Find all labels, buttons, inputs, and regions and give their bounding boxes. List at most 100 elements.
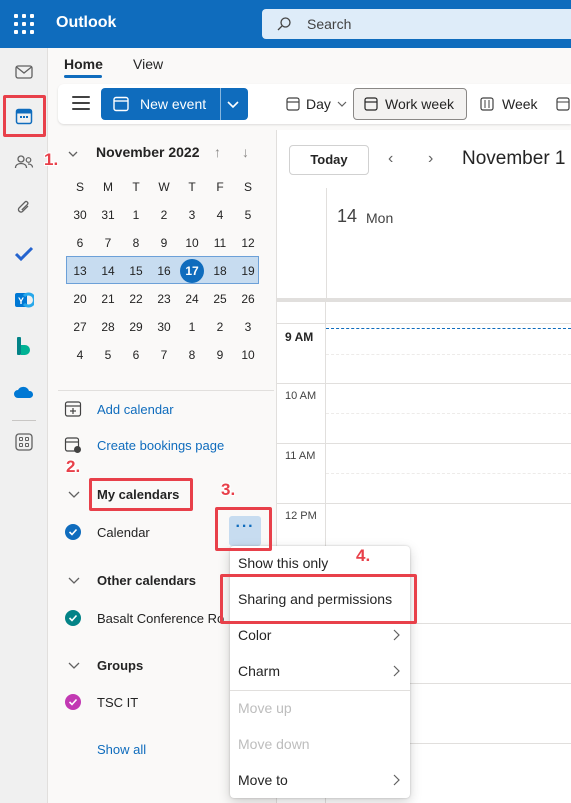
annotation-box-3: [215, 507, 272, 551]
mini-calendar-day[interactable]: 3: [178, 201, 206, 229]
mini-calendar-day[interactable]: 4: [66, 341, 94, 369]
todo-icon[interactable]: [8, 238, 40, 270]
collapse-menu-icon[interactable]: [72, 96, 90, 110]
other-calendars-title: Other calendars: [97, 573, 196, 588]
mini-calendar-day[interactable]: 8: [178, 341, 206, 369]
mini-calendar-day[interactable]: 13: [66, 257, 94, 285]
mini-calendar-day[interactable]: 1: [122, 201, 150, 229]
mini-calendar-day[interactable]: 17: [178, 257, 206, 285]
mini-calendar-day[interactable]: 31: [94, 201, 122, 229]
mini-calendar-day[interactable]: 18: [206, 257, 234, 285]
mini-calendar-day[interactable]: 2: [150, 201, 178, 229]
mini-calendar-day[interactable]: 30: [66, 201, 94, 229]
mini-calendar-day[interactable]: 1: [178, 313, 206, 341]
mini-calendar-day[interactable]: 20: [66, 285, 94, 313]
view-day-button[interactable]: Day: [280, 88, 348, 120]
mini-calendar-day[interactable]: 7: [94, 229, 122, 257]
previous-month-icon[interactable]: ↑: [214, 144, 221, 160]
menu-move-to[interactable]: Move to: [230, 763, 410, 799]
app-launcher-icon[interactable]: [14, 14, 34, 34]
mini-calendar-day[interactable]: 29: [122, 313, 150, 341]
half-hour-line: [326, 354, 571, 355]
previous-range-icon[interactable]: ‹: [388, 150, 393, 168]
tab-home[interactable]: Home: [64, 56, 103, 72]
search-box[interactable]: Search: [262, 9, 571, 39]
mini-calendar-month[interactable]: November 2022: [96, 144, 200, 160]
mini-calendar-day[interactable]: 15: [122, 257, 150, 285]
day-column-header: [326, 188, 571, 298]
mini-calendar-day[interactable]: 19: [234, 257, 262, 285]
mail-icon[interactable]: [8, 56, 40, 88]
menu-charm[interactable]: Charm: [230, 654, 410, 690]
mini-calendar-day[interactable]: 5: [234, 201, 262, 229]
bookings-icon[interactable]: [8, 330, 40, 362]
annotation-box-2: [89, 478, 193, 511]
mini-calendar-day[interactable]: 3: [234, 313, 262, 341]
people-icon[interactable]: [8, 146, 40, 178]
mini-calendar-day[interactable]: 10: [178, 229, 206, 257]
mini-calendar-day[interactable]: 9: [206, 341, 234, 369]
mini-calendar-day[interactable]: 27: [66, 313, 94, 341]
mini-calendar-day[interactable]: 24: [178, 285, 206, 313]
next-range-icon[interactable]: ›: [428, 150, 433, 168]
mini-calendar-day[interactable]: 14: [94, 257, 122, 285]
chevron-down-icon[interactable]: [68, 149, 78, 159]
menu-item-label: Charm: [238, 663, 281, 679]
mini-calendar-day[interactable]: 4: [206, 201, 234, 229]
today-button[interactable]: Today: [289, 145, 369, 175]
view-work-week-button[interactable]: Work week: [353, 88, 467, 120]
onedrive-icon[interactable]: [8, 376, 40, 408]
tab-view[interactable]: View: [133, 56, 163, 72]
create-bookings-link[interactable]: Create bookings page: [48, 432, 276, 460]
checked-icon[interactable]: [65, 524, 81, 540]
mini-calendar-day[interactable]: 9: [150, 229, 178, 257]
search-icon: [277, 17, 291, 31]
mini-calendar-day[interactable]: 2: [206, 313, 234, 341]
mini-calendar-day[interactable]: 23: [150, 285, 178, 313]
mini-calendar-day[interactable]: 26: [234, 285, 262, 313]
yammer-icon[interactable]: Y: [8, 284, 40, 316]
half-hour-line: [326, 473, 571, 474]
calendar-item-label: TSC IT: [97, 695, 139, 710]
checked-icon[interactable]: [65, 610, 81, 626]
app-rail: Y: [0, 48, 48, 803]
mini-calendar-day[interactable]: 12: [234, 229, 262, 257]
date-range-title: November 1: [462, 148, 566, 169]
hour-label: 10 AM: [285, 390, 317, 402]
show-all-label: Show all: [97, 742, 147, 757]
new-event-button[interactable]: New event: [101, 88, 248, 120]
mini-calendar-day[interactable]: 11: [206, 229, 234, 257]
mini-calendar-day[interactable]: 25: [206, 285, 234, 313]
view-week-button[interactable]: Week: [476, 88, 546, 120]
mini-calendar-day[interactable]: 8: [122, 229, 150, 257]
menu-item-label: Show this only: [238, 555, 329, 571]
more-apps-icon[interactable]: [8, 426, 40, 458]
mini-calendar-day[interactable]: 21: [94, 285, 122, 313]
mini-calendar-day[interactable]: 6: [122, 341, 150, 369]
chevron-down-icon[interactable]: [226, 97, 240, 111]
mini-calendar-day[interactable]: 10: [234, 341, 262, 369]
calendar-add-icon: [113, 96, 129, 112]
menu-move-up: Move up: [230, 691, 410, 727]
add-calendar-link[interactable]: Add calendar: [48, 396, 276, 424]
hour-label: 11 AM: [285, 450, 316, 462]
mini-calendar-day[interactable]: 16: [150, 257, 178, 285]
day-number[interactable]: 14: [337, 206, 357, 227]
next-month-icon[interactable]: ↓: [242, 144, 249, 160]
mini-calendar-day[interactable]: 6: [66, 229, 94, 257]
checked-icon[interactable]: [65, 694, 81, 710]
section-divider: [58, 390, 274, 391]
view-month-button[interactable]: [556, 88, 571, 120]
bookings-page-icon: [64, 437, 81, 453]
current-time-line: [326, 328, 571, 329]
mini-calendar-day[interactable]: 22: [122, 285, 150, 313]
mini-calendar-day[interactable]: 5: [94, 341, 122, 369]
calendar-add-icon: [64, 401, 82, 417]
mini-calendar-day[interactable]: 28: [94, 313, 122, 341]
attachment-icon[interactable]: [8, 192, 40, 224]
app-title[interactable]: Outlook: [56, 14, 116, 32]
mini-calendar-day[interactable]: 30: [150, 313, 178, 341]
weekday-header: M: [103, 180, 113, 194]
search-placeholder: Search: [307, 16, 352, 32]
mini-calendar-day[interactable]: 7: [150, 341, 178, 369]
